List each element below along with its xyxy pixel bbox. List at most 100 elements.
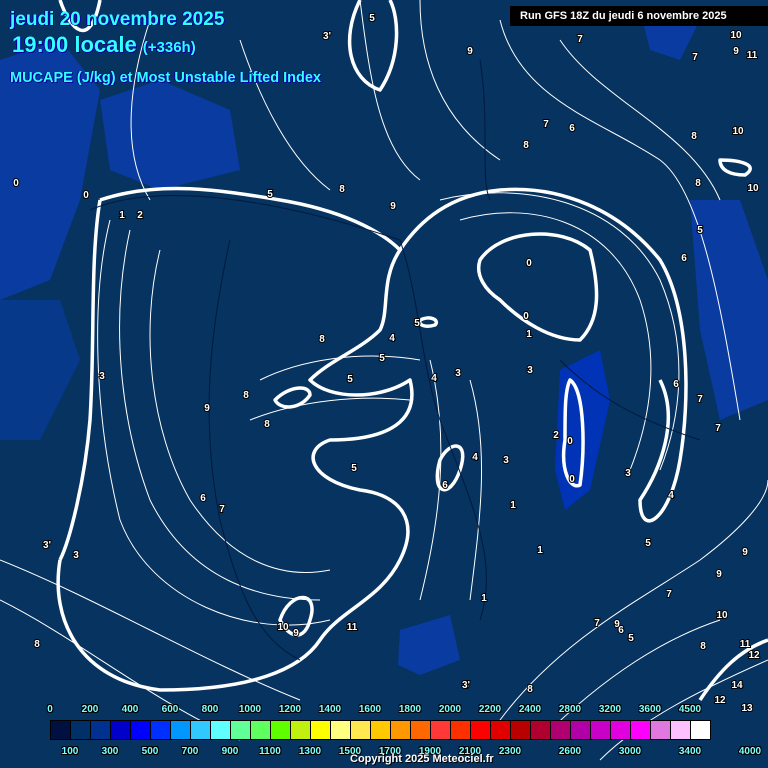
contour-label: 6 [200, 493, 206, 504]
forecast-time: 19:00 locale (+336h) [12, 32, 196, 58]
contour-label: 3 [503, 455, 509, 466]
contour-label: 9 [390, 201, 396, 212]
contour-label: 1 [481, 593, 487, 604]
contour-label: 5 [645, 538, 651, 549]
legend-label: 4000 [738, 746, 762, 757]
contour-label: 7 [219, 504, 225, 515]
copyright: Copyright 2025 Meteociel.fr [350, 753, 494, 765]
local-time: 19:00 locale [12, 32, 137, 57]
cape-area-nw [100, 80, 240, 190]
contour-label: 5 [379, 353, 385, 364]
legend-swatch [551, 721, 571, 739]
legend-swatch [451, 721, 471, 739]
legend-label: 1000 [238, 704, 262, 715]
legend-swatch [591, 721, 611, 739]
mucape-map: 53'97 109 117001 25 897 688 108 105600138545534… [0, 0, 768, 761]
contour-label: 4 [668, 490, 674, 501]
contour-label: 8 [695, 178, 701, 189]
contour-label: 10 [732, 126, 744, 137]
legend-label: 3400 [678, 746, 702, 757]
contour-label: 9 [204, 403, 210, 414]
legend-label: 3600 [638, 704, 662, 715]
contour-label: 8 [34, 639, 40, 650]
contour-label: 10 [716, 610, 728, 621]
contour-label: 1 [526, 329, 532, 340]
legend-label: 3000 [618, 746, 642, 757]
contour-label: 5 [351, 463, 357, 474]
contour-label: 4 [431, 373, 437, 384]
cape-shading [0, 10, 768, 675]
legend-label: 4500 [678, 704, 702, 715]
legend-label: 1100 [259, 746, 281, 757]
contour-label: 12 [748, 650, 760, 661]
contour-label: 5 [628, 633, 634, 644]
legend-label: 800 [201, 704, 219, 715]
legend-label: 2200 [478, 704, 502, 715]
color-scale-legend [50, 720, 711, 740]
contour-label: 8 [339, 184, 345, 195]
contour-label: 11 [347, 622, 358, 633]
legend-swatch [91, 721, 111, 739]
contour-label: 5 [267, 189, 273, 200]
contour-label: 0 [569, 474, 575, 485]
contour-label: 3 [99, 371, 105, 382]
contour-label: 3 [527, 365, 533, 376]
legend-swatch [431, 721, 451, 739]
legend-swatch [171, 721, 191, 739]
legend-swatch [511, 721, 531, 739]
contour-label: 8 [700, 641, 706, 652]
legend-swatch [211, 721, 231, 739]
legend-swatch [131, 721, 151, 739]
contour-label: 1 [119, 210, 125, 221]
contour-label: 12 [714, 695, 726, 706]
legend-swatch [291, 721, 311, 739]
contour-label: 2 [137, 210, 143, 221]
contour-label: 8 [691, 131, 697, 142]
legend-label: 1200 [278, 704, 302, 715]
contour-label: 13 [741, 703, 753, 714]
contour-label: 5 [414, 318, 420, 329]
contour-label: 11 [740, 639, 751, 650]
legend-swatch [611, 721, 631, 739]
contour-label: 9 [293, 628, 299, 639]
contour-label: 7 [666, 589, 672, 600]
legend-label: 2600 [558, 746, 582, 757]
legend-swatch [51, 721, 71, 739]
contour-label: 7 [697, 394, 703, 405]
contour-label: 0 [567, 436, 573, 447]
contour-label: 8 [523, 140, 529, 151]
weather-map-view: 5 3' 9 7 10 9 11 7 0 0 1 2 5 8 9 7 6 8 8 10 8 10 5 6 0 0 1 3 8 5 4 5 5 3 4… [0, 0, 768, 768]
legend-label: 2400 [518, 704, 542, 715]
model-run-info: Run GFS 18Z du jeudi 6 novembre 2025 [510, 6, 768, 26]
contour-label: 9 [733, 46, 739, 57]
legend-swatch [531, 721, 551, 739]
legend-label: 3200 [598, 704, 622, 715]
cape-area-south [398, 615, 460, 675]
legend-swatch [391, 721, 411, 739]
legend-swatch [671, 721, 691, 739]
contour-label: 0 [13, 178, 19, 189]
contour-label: 6 [673, 379, 679, 390]
legend-swatch [491, 721, 511, 739]
contour-label: 14 [731, 680, 743, 691]
contour-label: 5 [697, 225, 703, 236]
legend-label: 2000 [438, 704, 462, 715]
contour-label: 9 [742, 547, 748, 558]
legend-swatch [651, 721, 671, 739]
legend-label: 1600 [358, 704, 382, 715]
contour-label: 4 [472, 452, 478, 463]
contour-label: 6 [569, 123, 575, 134]
legend-swatch [271, 721, 291, 739]
legend-label: 0 [47, 704, 53, 715]
contour-label: 2 [553, 430, 559, 441]
legend-swatch [151, 721, 171, 739]
legend-label: 100 [61, 746, 79, 757]
legend-swatch [691, 721, 710, 739]
contour-label: 7 [594, 618, 600, 629]
contour-label: 0 [523, 311, 529, 322]
contour-label: 0 [526, 258, 532, 269]
legend-label: 300 [101, 746, 119, 757]
contour-label: 3 [625, 468, 631, 479]
contour-label: 6 [442, 480, 448, 491]
legend-label: 2300 [498, 746, 522, 757]
